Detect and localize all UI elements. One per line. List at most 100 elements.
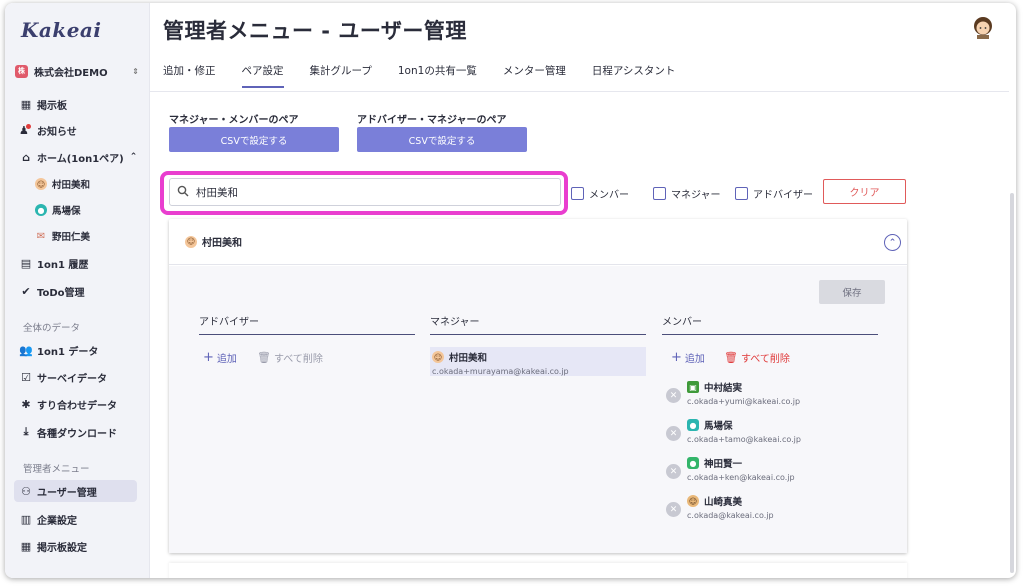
avatar-icon: ●: [687, 457, 699, 469]
tab-1on1-share[interactable]: 1on1の共有一覧: [398, 63, 477, 88]
tab-aggregate-group[interactable]: 集計グループ: [310, 63, 372, 88]
sidebar-item-label: お知らせ: [37, 126, 77, 138]
user-manage-icon: ⚇: [21, 484, 31, 498]
sidebar-item-1on1-data[interactable]: 👥 1on1 データ: [19, 341, 98, 359]
filter-label: マネジャー: [671, 190, 721, 201]
advisor-add-button[interactable]: + 追加: [203, 350, 237, 365]
member-entry: ✕ ● 馬場保 c.okada+tamo@kakeai.co.jp: [666, 418, 866, 448]
avatar-person-icon: ●: [35, 204, 47, 216]
member-email: c.okada@kakeai.co.jp: [687, 511, 774, 520]
avatar-icon: ●: [687, 419, 699, 431]
plus-icon: +: [203, 350, 214, 365]
sidebar-item-news[interactable]: ♟ お知らせ: [19, 121, 77, 139]
sidebar-member-baba[interactable]: ● 馬場保: [35, 202, 81, 218]
manager-entry[interactable]: ☺ 村田美和 c.okada+murayama@kakeai.co.jp: [430, 347, 646, 376]
manager-checkbox[interactable]: [653, 187, 666, 200]
scrollbar[interactable]: [1010, 193, 1014, 573]
member-entry: ✕ ▣ 中村結実 c.okada+yumi@kakeai.co.jp: [666, 380, 866, 410]
manager-member-csv-button[interactable]: CSVで設定する: [169, 127, 339, 152]
app-logo: Kakeai: [21, 18, 102, 42]
sidebar-item-label: 掲示板: [37, 100, 67, 112]
sidebar-item-label: ユーザー管理: [37, 487, 97, 499]
member-add-button[interactable]: + 追加: [671, 350, 705, 365]
filter-advisor[interactable]: アドバイザー: [735, 186, 813, 201]
collapse-chevron-icon[interactable]: ⌃: [884, 234, 901, 251]
user-avatar-icon[interactable]: [971, 15, 995, 39]
member-email: c.okada+ken@kakeai.co.jp: [687, 473, 795, 482]
filter-manager[interactable]: マネジャー: [653, 186, 721, 201]
sidebar-item-company-settings[interactable]: ▥ 企業設定: [19, 510, 77, 528]
sidebar-member-noda[interactable]: ✉ 野田仁美: [35, 228, 90, 244]
building-icon: ▥: [20, 512, 32, 526]
remove-member-icon[interactable]: ✕: [666, 388, 681, 403]
survey-icon: ☑: [21, 370, 31, 384]
sidebar-item-history[interactable]: ▤ 1on1 履歴: [19, 254, 89, 272]
sidebar-item-home[interactable]: ⌂ ホーム(1on1ペア) ⌃: [19, 148, 137, 166]
check-circle-icon: ✔: [21, 284, 31, 298]
manager-column-header: マネジャー: [430, 313, 646, 335]
advisor-column-header: アドバイザー: [199, 313, 415, 335]
sidebar-item-label: 各種ダウンロード: [37, 428, 117, 440]
clear-button[interactable]: クリア: [823, 179, 906, 204]
remove-member-icon[interactable]: ✕: [666, 426, 681, 441]
card-user-name: 村田美和: [202, 238, 242, 249]
member-name: 野田仁美: [52, 232, 91, 243]
home-icon: ⌂: [22, 150, 30, 164]
sidebar-item-label: 掲示板設定: [37, 542, 87, 554]
sidebar-item-label: ホーム(1on1ペア): [37, 153, 124, 165]
advisor-checkbox[interactable]: [735, 187, 748, 200]
sidebar-item-survey[interactable]: ☑ サーベイデータ: [19, 368, 107, 386]
sidebar-member-murata[interactable]: ☺ 村田美和: [35, 176, 90, 192]
advisor-manager-csv-button[interactable]: CSVで設定する: [357, 127, 527, 152]
remove-member-icon[interactable]: ✕: [666, 464, 681, 479]
avatar-face-icon: ☺: [432, 351, 444, 363]
member-email: c.okada+yumi@kakeai.co.jp: [687, 397, 801, 406]
tab-schedule-assistant[interactable]: 日程アシスタント: [592, 63, 676, 88]
avatar-face-icon: ☺: [35, 178, 47, 190]
tab-add-edit[interactable]: 追加・修正: [163, 63, 216, 88]
company-name: 株式会社DEMO: [34, 67, 108, 79]
member-delete-all-button[interactable]: 🗑 すべて削除: [724, 350, 790, 365]
filter-label: アドバイザー: [753, 190, 813, 201]
avatar-icon: ▣: [687, 381, 699, 393]
filter-label: メンバー: [589, 190, 629, 201]
member-entry: ✕ ● 神田賢一 c.okada+ken@kakeai.co.jp: [666, 456, 866, 486]
search-icon: [170, 185, 196, 200]
member-name: 神田賢一: [704, 459, 743, 470]
search-input[interactable]: [196, 186, 536, 198]
tab-mentor[interactable]: メンター管理: [503, 63, 566, 88]
avatar-face-icon: ☺: [185, 235, 197, 248]
sidebar-item-user-management[interactable]: ⚇ ユーザー管理: [14, 480, 137, 502]
sidebar-item-todo[interactable]: ✔ ToDo管理: [19, 282, 84, 300]
save-button[interactable]: 保存: [819, 280, 885, 304]
tab-pair-settings[interactable]: ペア設定: [241, 63, 284, 88]
app-window: Kakeai 株 株式会社DEMO ⇕ ▦ 掲示板 ♟ お知らせ ⌂ ホーム(1…: [5, 3, 1016, 578]
sidebar-item-board[interactable]: ▦ 掲示板: [19, 95, 67, 113]
advisor-delete-all-button[interactable]: 🗑 すべて削除: [257, 350, 323, 365]
sidebar-item-board-settings[interactable]: ▦ 掲示板設定: [19, 537, 87, 555]
remove-member-icon[interactable]: ✕: [666, 502, 681, 517]
card-body: 保存 アドバイザー マネジャー メンバー + 追加 🗑 すべて削除 ☺ 村田美和…: [169, 266, 907, 553]
download-icon: ⤓: [23, 425, 29, 438]
sidebar-item-download[interactable]: ⤓ 各種ダウンロード: [19, 423, 117, 441]
member-checkbox[interactable]: [571, 187, 584, 200]
chevron-up-icon: ⌃: [129, 152, 138, 162]
member-name: 馬場保: [52, 206, 81, 217]
page-title: 管理者メニュー - ユーザー管理: [163, 19, 467, 43]
manager-name: 村田美和: [449, 353, 488, 364]
member-entry: ✕ ☺ 山崎真美 c.okada@kakeai.co.jp: [666, 494, 866, 524]
company-switcher[interactable]: 株 株式会社DEMO ⇕: [15, 62, 139, 80]
filter-member[interactable]: メンバー: [571, 186, 629, 201]
tab-bar: 追加・修正 ペア設定 集計グループ 1on1の共有一覧 メンター管理 日程アシス…: [163, 63, 701, 88]
card-header[interactable]: ☺ 村田美和 ⌃: [169, 219, 907, 265]
board-icon: ▦: [20, 97, 32, 111]
sidebar-item-alignment[interactable]: ✱ すり合わせデータ: [19, 395, 117, 413]
manager-member-pair-label: マネジャー・メンバーのペア: [169, 115, 299, 126]
user-pair-card: ☺ 村田美和 ⌃ 保存 アドバイザー マネジャー メンバー + 追加 🗑 すべて…: [169, 219, 907, 553]
section-label-data: 全体のデータ: [23, 323, 81, 334]
sidebar-item-label: 1on1 データ: [37, 346, 99, 358]
people-icon: 👥: [19, 343, 33, 357]
sidebar-item-label: サーベイデータ: [37, 373, 107, 385]
company-badge-icon: 株: [15, 64, 28, 78]
search-box[interactable]: [169, 178, 561, 206]
